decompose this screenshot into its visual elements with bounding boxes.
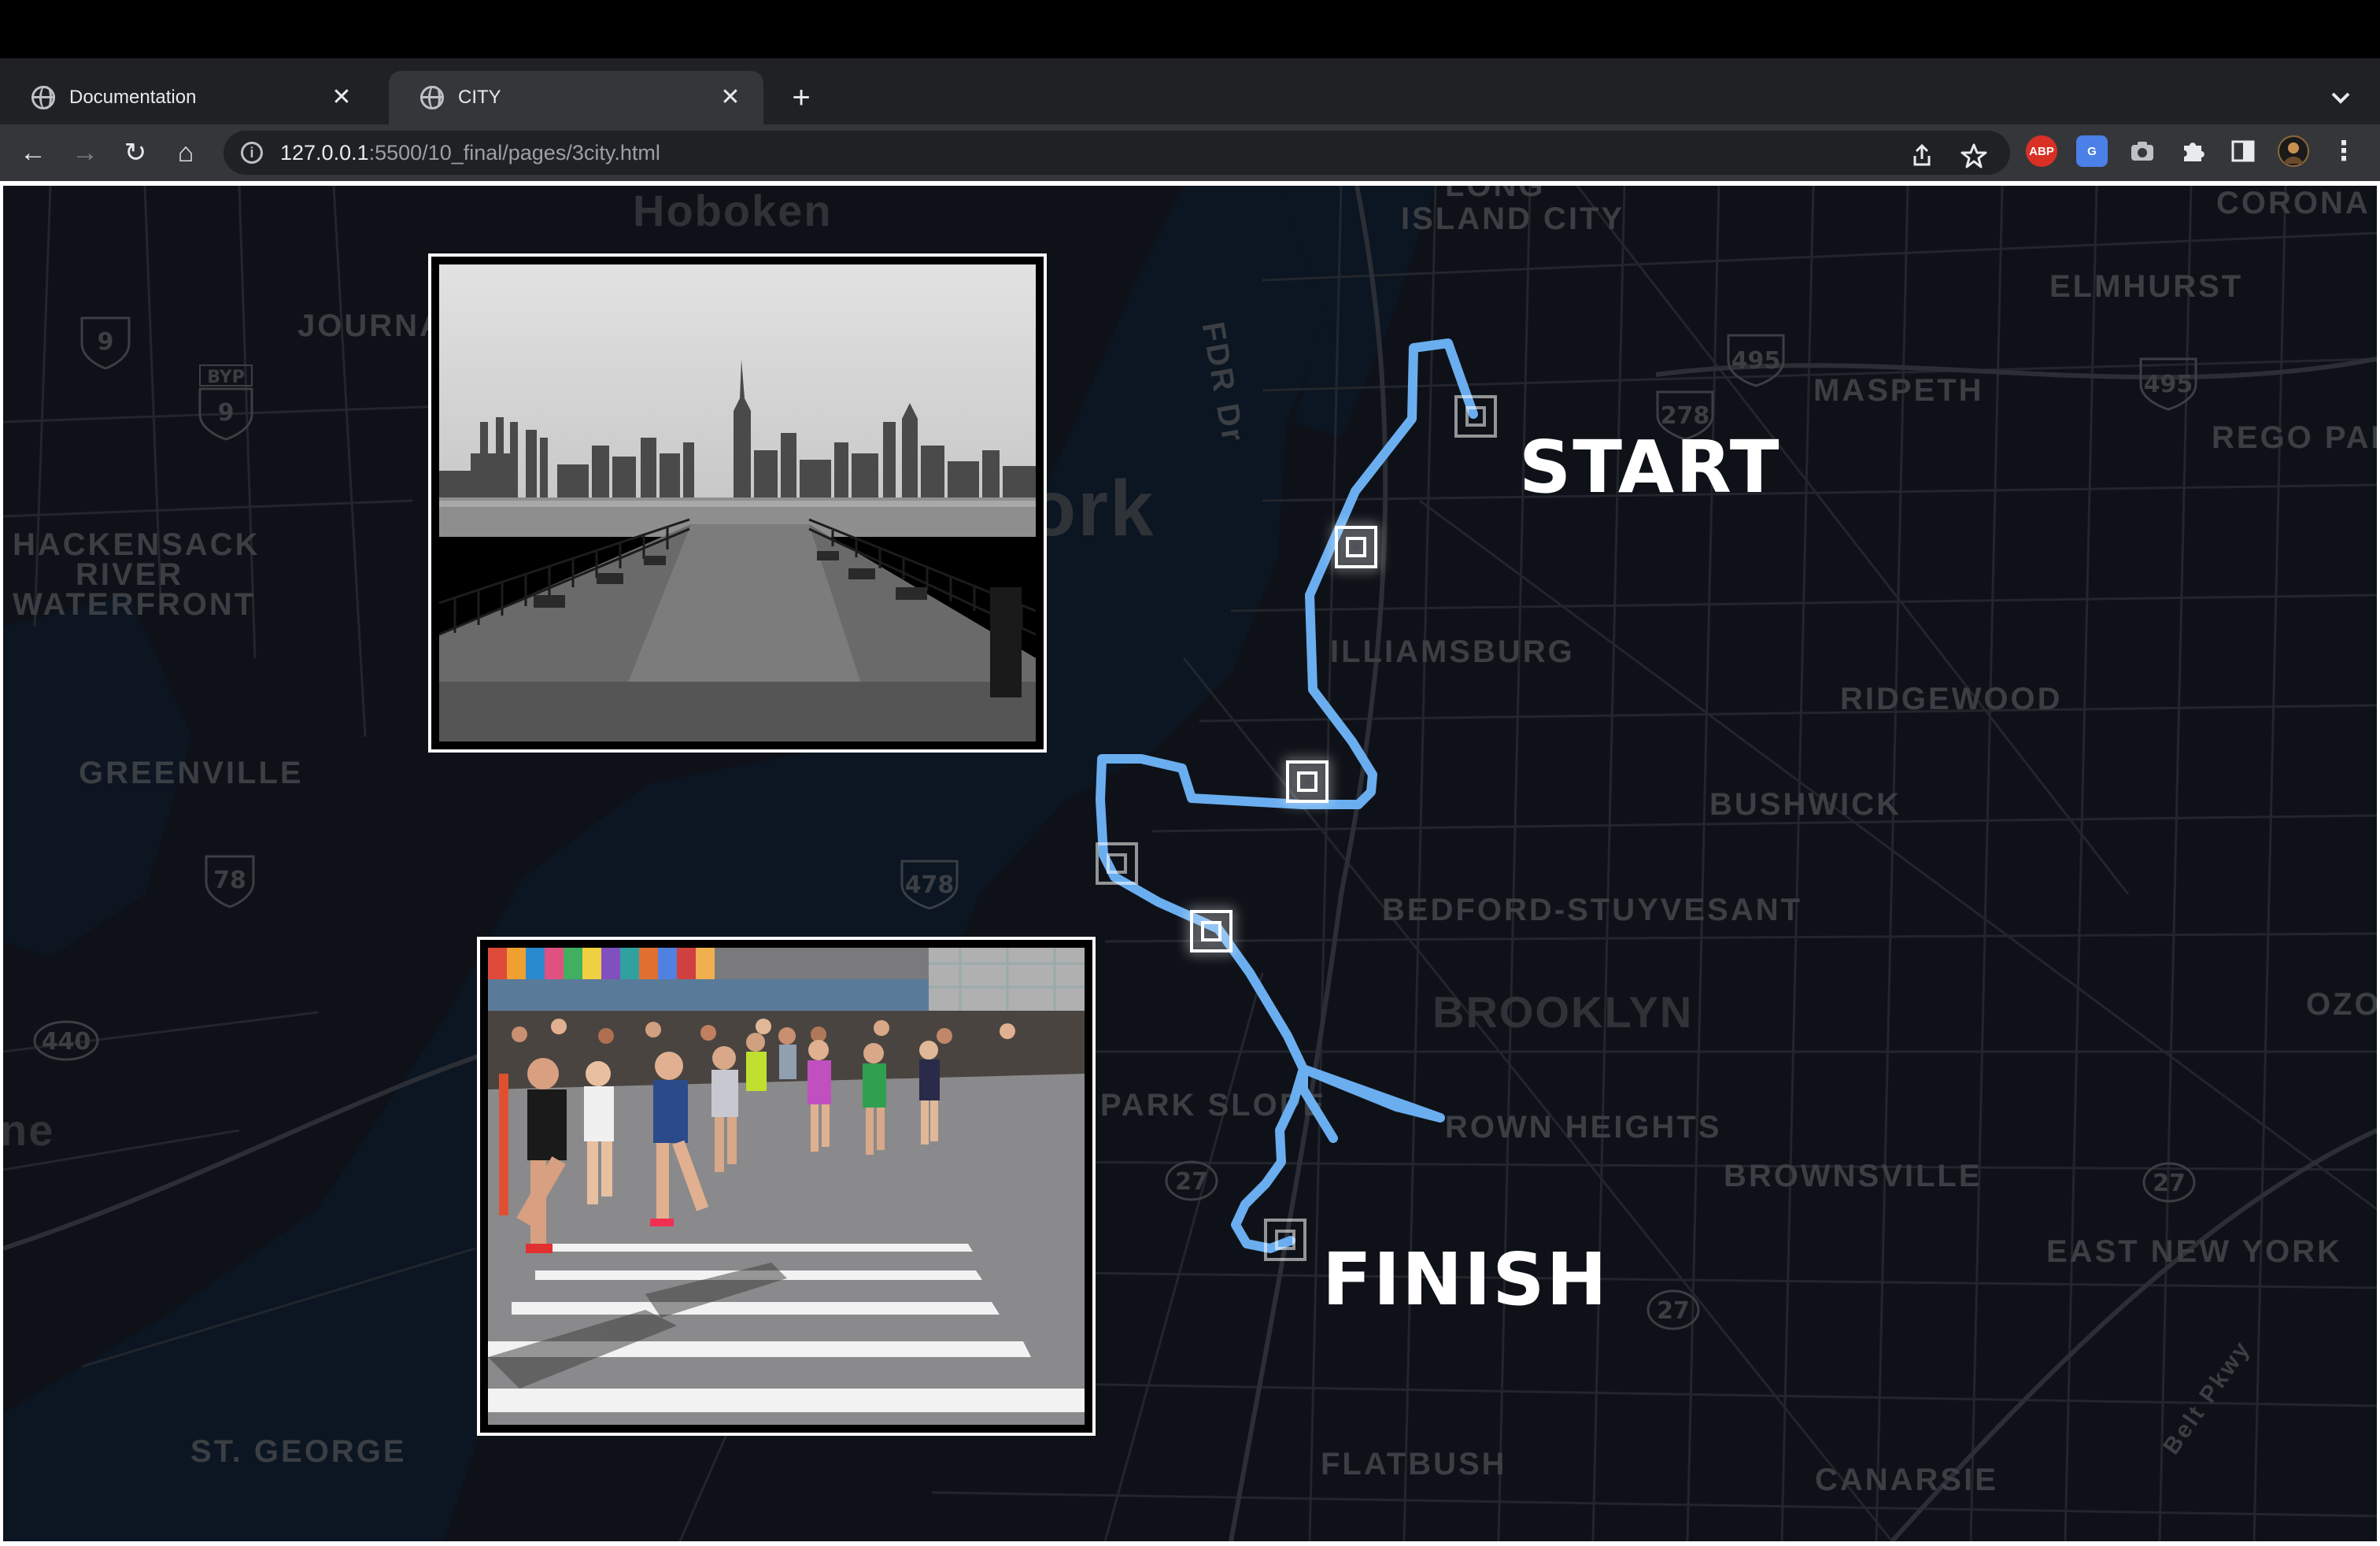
tab-documentation[interactable]: Documentation ✕	[0, 71, 375, 124]
tab-search-menu-icon[interactable]	[2325, 82, 2356, 113]
url-text[interactable]: 127.0.0.1:5500/10_final/pages/3city.html	[280, 141, 660, 165]
back-button[interactable]: ←	[13, 132, 54, 173]
globe-icon	[31, 86, 55, 109]
side-panel-icon[interactable]	[2227, 135, 2259, 167]
tab-title: Documentation	[69, 87, 197, 108]
pier-image	[439, 264, 1036, 742]
start-label: START	[1519, 425, 1781, 509]
os-top-bar	[0, 0, 2380, 58]
bookmark-star-icon[interactable]	[1958, 140, 1990, 172]
close-tab-icon[interactable]: ✕	[326, 82, 357, 113]
menu-kebab-icon[interactable]: ⋮	[2328, 135, 2360, 167]
site-info-icon[interactable]: i	[241, 142, 263, 164]
adblock-icon[interactable]: ABP	[2026, 135, 2057, 167]
profile-avatar[interactable]	[2278, 135, 2309, 167]
home-button[interactable]: ⌂	[165, 132, 206, 173]
translate-icon[interactable]: G	[2076, 135, 2108, 167]
browser-tab-bar: Documentation ✕ CITY ✕ +	[0, 58, 2380, 124]
reload-button[interactable]: ↻	[115, 132, 156, 173]
runner	[778, 1027, 796, 1079]
share-icon[interactable]	[1906, 140, 1938, 172]
new-tab-button[interactable]: +	[784, 80, 819, 115]
checkpoint-marker[interactable]	[1286, 760, 1329, 803]
globe-icon	[420, 86, 444, 109]
dark-map[interactable]: 9 BYP 9 495 495 278 78 478 440 27 27 27 …	[3, 186, 2377, 1541]
page-viewport: 9 BYP 9 495 495 278 78 478 440 27 27 27 …	[0, 181, 2380, 1546]
finish-label: FINISH	[1322, 1237, 1609, 1322]
browser-toolbar: ← → ↻ ⌂ i 127.0.0.1:5500/10_final/pages/…	[0, 124, 2380, 181]
marathon-route	[1096, 338, 1497, 1261]
tab-title: CITY	[458, 87, 501, 108]
waterfront-pier-photo[interactable]	[428, 253, 1047, 753]
close-tab-icon[interactable]: ✕	[715, 82, 746, 113]
tab-city[interactable]: CITY ✕	[389, 71, 763, 124]
route-markers	[1096, 395, 1497, 1261]
forward-button[interactable]: →	[65, 132, 105, 173]
camera-icon[interactable]	[2127, 135, 2158, 167]
address-bar[interactable]: i 127.0.0.1:5500/10_final/pages/3city.ht…	[224, 131, 2010, 175]
checkpoint-marker[interactable]	[1335, 526, 1377, 568]
extensions-puzzle-icon[interactable]	[2177, 135, 2208, 167]
runners-image	[488, 948, 1085, 1425]
runner	[746, 1033, 767, 1091]
bottom-edge	[0, 1541, 2380, 1546]
marathon-runners-photo[interactable]	[477, 937, 1096, 1436]
